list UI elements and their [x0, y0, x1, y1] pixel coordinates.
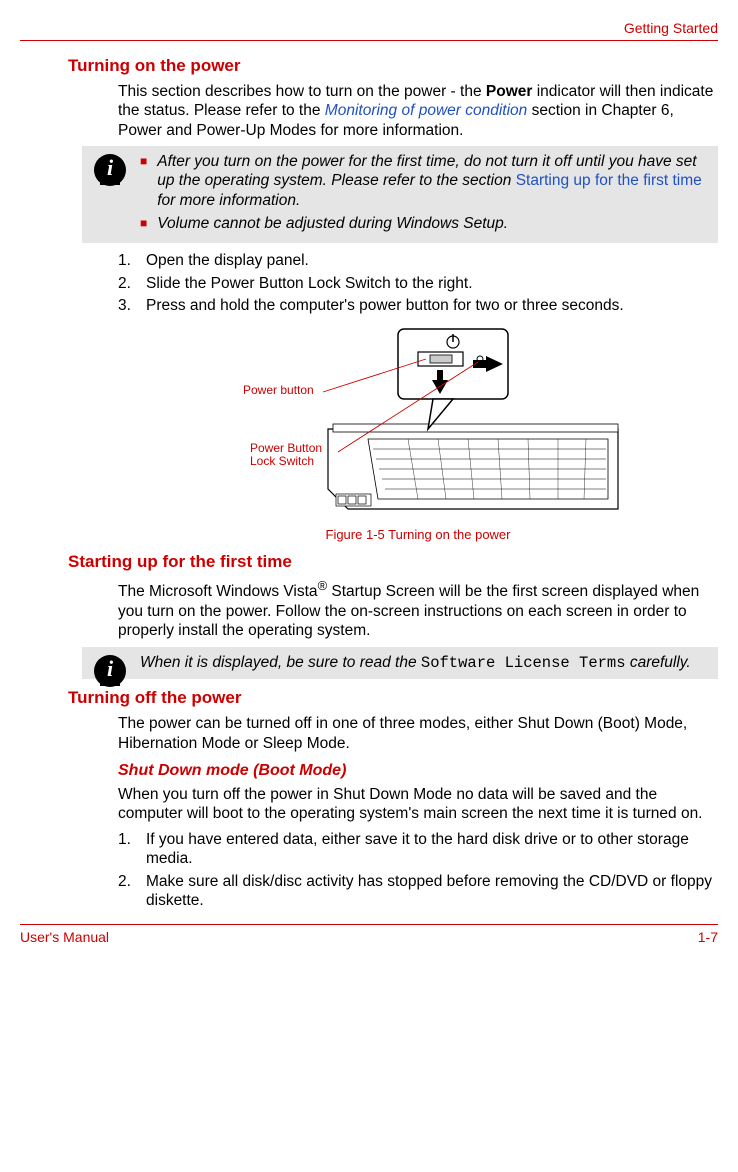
step-num: 1.	[118, 830, 136, 869]
label-lock-switch-2: Lock Switch	[250, 454, 314, 468]
note-text: Volume cannot be adjusted during Windows…	[157, 214, 508, 233]
running-header: Getting Started	[20, 20, 718, 38]
text: carefully.	[626, 654, 691, 671]
note-bullet-1: ■ After you turn on the power for the fi…	[140, 152, 710, 210]
note-text: When it is displayed, be sure to read th…	[140, 653, 710, 673]
label-lock-switch-1: Power Button	[250, 441, 322, 455]
heading-shutdown-mode: Shut Down mode (Boot Mode)	[118, 761, 718, 781]
figure-1-5: Power button Power Button Lock Switch Fi…	[118, 324, 718, 544]
page-footer: User's Manual 1-7	[20, 924, 718, 947]
starting-up-paragraph: The Microsoft Windows Vista® Startup Scr…	[118, 578, 718, 640]
step-text: Press and hold the computer's power butt…	[146, 296, 624, 315]
laptop-diagram: Power button Power Button Lock Switch	[208, 324, 628, 524]
note-bullet-2: ■ Volume cannot be adjusted during Windo…	[140, 214, 710, 233]
text: When it is displayed, be sure to read th…	[140, 654, 421, 671]
text: The Microsoft Windows Vista	[118, 584, 318, 601]
manual-page: Getting Started Turning on the power Thi…	[0, 0, 738, 959]
info-icon: i	[94, 655, 126, 687]
text: for more information.	[157, 192, 300, 209]
mono-term: Software License Terms	[421, 654, 626, 672]
link-starting-up[interactable]: Starting up for the first time	[516, 172, 702, 189]
step-text: Open the display panel.	[146, 251, 309, 270]
step-2: 2. Slide the Power Button Lock Switch to …	[118, 274, 718, 293]
bullet-icon: ■	[140, 152, 147, 210]
info-icon: i	[94, 154, 126, 186]
intro-paragraph: This section describes how to turn on th…	[118, 82, 718, 140]
footer-right: 1-7	[698, 929, 718, 947]
step-num: 2.	[118, 274, 136, 293]
step-1: 1. Open the display panel.	[118, 251, 718, 270]
bold-power: Power	[486, 83, 533, 100]
heading-turning-on: Turning on the power	[68, 55, 718, 76]
figure-caption: Figure 1-5 Turning on the power	[118, 527, 718, 543]
info-note-1: i ■ After you turn on the power for the …	[82, 146, 718, 244]
steps-shutdown: 1. If you have entered data, either save …	[118, 830, 718, 911]
footer-left: User's Manual	[20, 929, 109, 947]
note-text: After you turn on the power for the firs…	[157, 152, 710, 210]
step-text: Make sure all disk/disc activity has sto…	[146, 872, 718, 911]
step-num: 1.	[118, 251, 136, 270]
step-2: 2. Make sure all disk/disc activity has s…	[118, 872, 718, 911]
info-note-2: i When it is displayed, be sure to read …	[82, 647, 718, 679]
registered-mark: ®	[318, 578, 328, 593]
steps-turn-on: 1. Open the display panel. 2. Slide the Po…	[118, 251, 718, 315]
step-1: 1. If you have entered data, either save …	[118, 830, 718, 869]
step-3: 3. Press and hold the computer's power bu…	[118, 296, 718, 315]
step-num: 3.	[118, 296, 136, 315]
heading-turning-off: Turning off the power	[68, 687, 718, 708]
turning-off-paragraph: The power can be turned off in one of th…	[118, 714, 718, 753]
text: This section describes how to turn on th…	[118, 83, 486, 100]
shutdown-paragraph: When you turn off the power in Shut Down…	[118, 785, 718, 824]
step-num: 2.	[118, 872, 136, 911]
bullet-icon: ■	[140, 214, 147, 233]
link-monitoring[interactable]: Monitoring of power condition	[325, 102, 527, 119]
heading-starting-up: Starting up for the first time	[68, 551, 718, 572]
header-rule	[20, 40, 718, 41]
step-text: Slide the Power Button Lock Switch to th…	[146, 274, 473, 293]
step-text: If you have entered data, either save it…	[146, 830, 718, 869]
label-power-button: Power button	[243, 383, 314, 397]
